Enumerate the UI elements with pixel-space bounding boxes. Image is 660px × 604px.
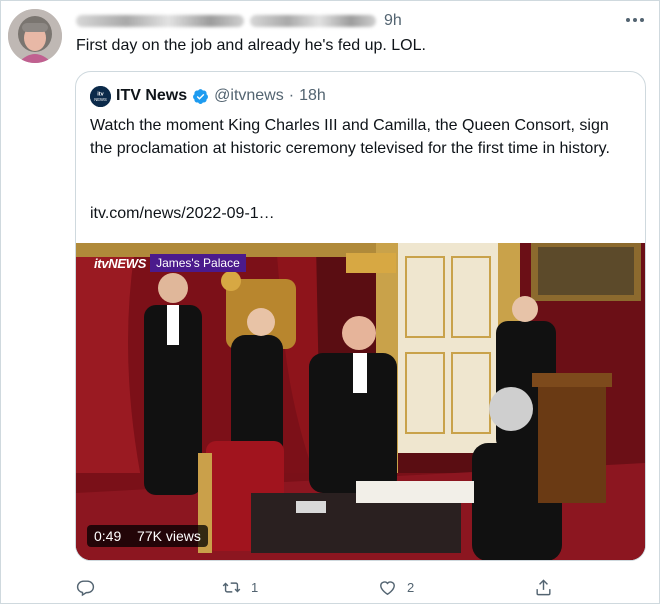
more-horizontal-icon[interactable] xyxy=(624,12,646,28)
location-label: James's Palace xyxy=(150,254,246,272)
share-icon xyxy=(536,579,551,596)
video-player[interactable]: itvNEWS James's Palace 0:49 77K views xyxy=(76,243,645,560)
reply-button[interactable] xyxy=(76,578,105,597)
quoted-tweet-time[interactable]: 18h xyxy=(299,87,326,105)
quoted-author-name[interactable]: ITV News xyxy=(116,87,187,105)
broadcast-overlay: itvNEWS James's Palace xyxy=(94,253,246,273)
video-views: 77K views xyxy=(137,528,201,544)
retweet-icon xyxy=(222,582,241,593)
video-duration: 0:49 xyxy=(94,528,122,544)
video-duration-badge: 0:49 77K views xyxy=(87,525,208,547)
tweet-header: 9h xyxy=(76,10,402,32)
tweet-time[interactable]: 9h xyxy=(384,12,402,30)
blurred-handle xyxy=(250,15,376,27)
reply-icon xyxy=(76,580,95,597)
tweet-text: First day on the job and already he's fe… xyxy=(76,37,426,54)
quoted-author-handle[interactable]: @itvnews xyxy=(214,87,284,105)
user-avatar[interactable] xyxy=(8,9,62,63)
retweet-count: 1 xyxy=(251,580,259,595)
verified-badge-icon xyxy=(193,88,209,104)
video-thumbnail xyxy=(76,243,645,560)
share-button[interactable] xyxy=(534,578,553,597)
svg-text:NEWS: NEWS xyxy=(94,97,107,102)
like-icon xyxy=(380,581,395,596)
quoted-tweet-link[interactable]: itv.com/news/2022-09-1… xyxy=(90,205,275,223)
itv-news-avatar[interactable]: itv NEWS xyxy=(90,85,111,107)
retweet-button[interactable]: 1 xyxy=(222,578,258,597)
like-button[interactable]: 2 xyxy=(378,578,414,597)
separator-dot: · xyxy=(288,87,295,104)
quoted-tweet[interactable]: itv NEWS ITV News @itvnews · 18h Watch t… xyxy=(75,71,646,561)
tweet-actions: 1 2 xyxy=(76,578,636,600)
like-count: 2 xyxy=(407,580,415,595)
blurred-display-name xyxy=(76,15,244,27)
quoted-tweet-text: Watch the moment King Charles III and Ca… xyxy=(90,117,610,157)
itv-news-logo: itvNEWS xyxy=(94,255,147,271)
quoted-tweet-header: itv NEWS ITV News @itvnews · 18h xyxy=(90,85,326,107)
